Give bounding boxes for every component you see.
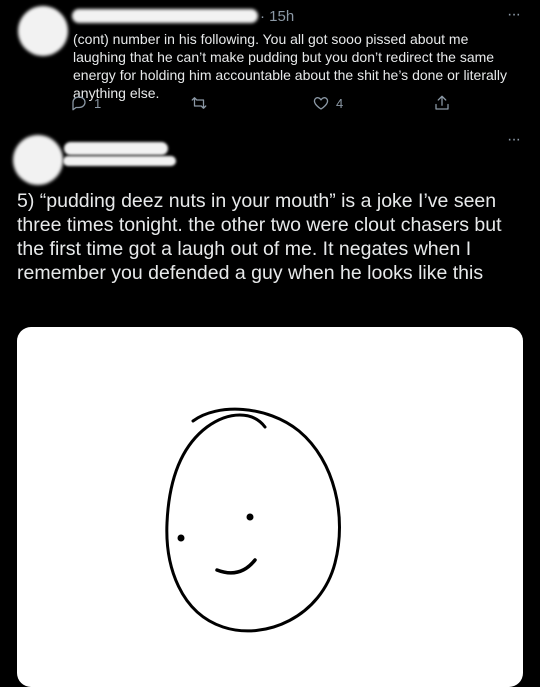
tweet-media[interactable] — [17, 327, 523, 687]
author-name-redacted[interactable] — [64, 142, 168, 155]
share-button[interactable] — [433, 94, 451, 112]
reply-count: 1 — [94, 95, 102, 111]
tweet-main[interactable]: ··· 5) “pudding deez nuts in your mouth”… — [0, 125, 540, 687]
author-handle-redacted[interactable] — [63, 156, 176, 166]
retweet-icon — [191, 97, 207, 109]
retweet-button[interactable] — [190, 94, 208, 112]
like-button[interactable]: 4 — [312, 94, 343, 112]
tweet-text: 5) “pudding deez nuts in your mouth” is … — [17, 190, 502, 284]
tweet-continued[interactable]: · 15h ··· (cont) number in his following… — [0, 0, 540, 122]
tweet-timestamp[interactable]: · 15h — [260, 8, 294, 25]
avatar-redacted[interactable] — [13, 135, 63, 185]
avatar-redacted[interactable] — [18, 6, 68, 56]
share-icon — [435, 95, 449, 110]
more-icon[interactable]: ··· — [507, 6, 521, 24]
smiley-face-drawing — [165, 407, 341, 633]
like-icon — [313, 97, 329, 110]
reply-icon — [72, 96, 86, 111]
author-name-redacted[interactable] — [72, 9, 258, 23]
tweet-actions: 1 4 — [0, 94, 540, 114]
reply-button[interactable]: 1 — [70, 94, 101, 112]
tweet-text: (cont) number in his following. You all … — [73, 31, 508, 101]
like-count: 4 — [336, 95, 344, 111]
more-icon[interactable]: ··· — [507, 131, 521, 149]
